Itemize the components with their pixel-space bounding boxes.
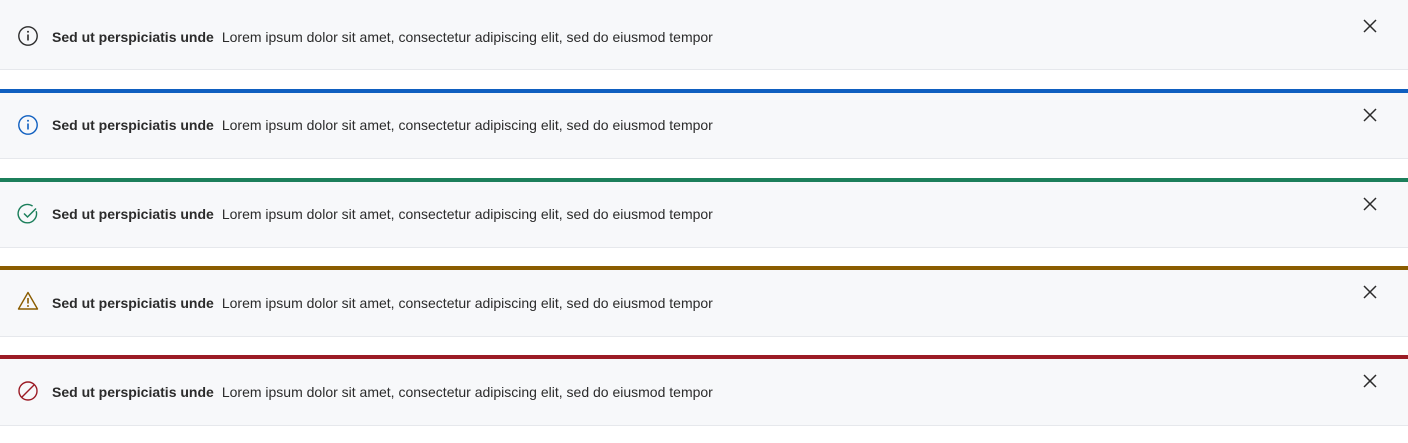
alert-success: Sed ut perspiciatis unde Lorem ipsum dolo… [0,178,1408,248]
alert-text: Sed ut perspiciatis unde Lorem ipsum dolo… [52,205,713,223]
alert-message: Lorem ipsum dolor sit amet, consectetur … [221,295,713,311]
alert-accent-bar [0,266,1408,270]
alert-stack: Sed ut perspiciatis unde Lorem ipsum dolo… [0,0,1408,443]
alert-message: Lorem ipsum dolor sit amet, consectetur … [221,384,713,400]
alert-message: Lorem ipsum dolor sit amet, consectetur … [221,29,713,45]
close-icon[interactable] [1360,282,1380,302]
alert-error: Sed ut perspiciatis unde Lorem ipsum dolo… [0,355,1408,426]
alert-title: Sed ut perspiciatis unde [52,384,214,400]
warning-triangle-icon [17,290,39,312]
close-icon[interactable] [1360,194,1380,214]
prohibited-icon [17,380,39,402]
alert-text: Sed ut perspiciatis unde Lorem ipsum dolo… [52,28,713,46]
alert-accent-bar [0,89,1408,93]
alert-title: Sed ut perspiciatis unde [52,29,214,45]
alert-accent-bar [0,178,1408,182]
alert-message: Lorem ipsum dolor sit amet, consectetur … [221,117,713,133]
close-icon[interactable] [1360,105,1380,125]
info-icon [17,114,39,136]
check-circle-icon [17,203,39,225]
close-icon[interactable] [1360,16,1380,36]
alert-title: Sed ut perspiciatis unde [52,206,214,222]
alert-info: Sed ut perspiciatis unde Lorem ipsum dolo… [0,89,1408,159]
alert-neutral: Sed ut perspiciatis unde Lorem ipsum dolo… [0,0,1408,70]
alert-text: Sed ut perspiciatis unde Lorem ipsum dolo… [52,383,713,401]
alert-text: Sed ut perspiciatis unde Lorem ipsum dolo… [52,116,713,134]
alert-title: Sed ut perspiciatis unde [52,117,214,133]
alert-text: Sed ut perspiciatis unde Lorem ipsum dolo… [52,294,713,312]
alert-warning: Sed ut perspiciatis unde Lorem ipsum dolo… [0,266,1408,337]
alert-title: Sed ut perspiciatis unde [52,295,214,311]
alert-accent-bar [0,355,1408,359]
info-icon [17,25,39,47]
alert-message: Lorem ipsum dolor sit amet, consectetur … [221,206,713,222]
close-icon[interactable] [1360,371,1380,391]
